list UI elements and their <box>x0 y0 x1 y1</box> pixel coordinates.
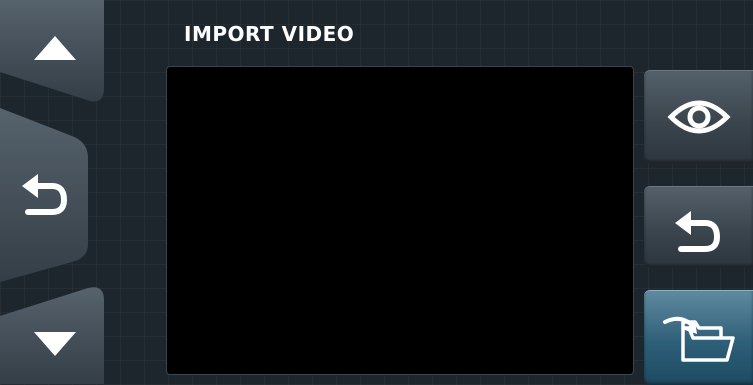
back-button[interactable] <box>0 108 104 288</box>
eye-icon <box>666 100 731 134</box>
folder-import-icon <box>662 316 735 362</box>
scroll-down-button[interactable] <box>0 286 104 384</box>
undo-arrow-icon <box>674 211 720 252</box>
video-preview-area <box>166 66 634 375</box>
triangle-up-icon <box>34 36 76 60</box>
undo-button[interactable] <box>644 186 753 267</box>
import-folder-button[interactable] <box>644 290 753 385</box>
undo-arrow-icon <box>22 174 68 215</box>
page-title: IMPORT VIDEO <box>184 22 355 46</box>
preview-button[interactable] <box>644 70 753 163</box>
scroll-up-button[interactable] <box>0 0 104 104</box>
triangle-down-icon <box>34 332 76 356</box>
